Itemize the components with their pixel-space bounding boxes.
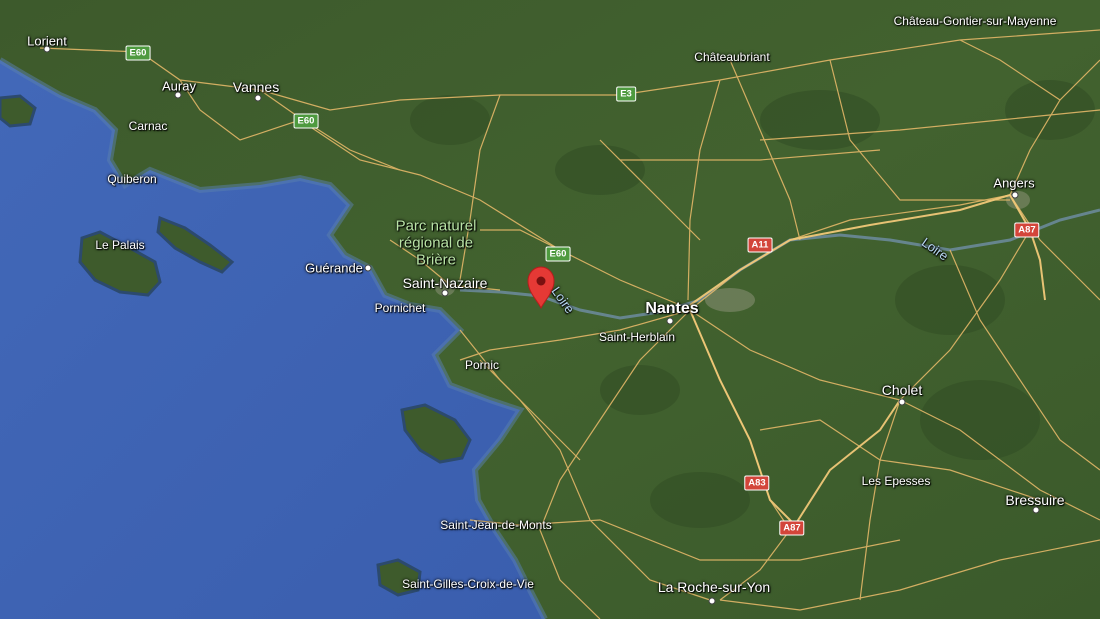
place-label-cholet[interactable]: Cholet: [882, 383, 922, 397]
park-label-briere[interactable]: Parc naturel régional de Brière: [381, 218, 491, 269]
place-dot: [364, 264, 372, 272]
place-label-quiberon[interactable]: Quiberon: [107, 173, 156, 185]
place-label-lorient[interactable]: Lorient: [27, 35, 67, 48]
road-shield-a11: A11: [747, 237, 773, 253]
place-label-les-epesses[interactable]: Les Epesses: [862, 475, 931, 487]
place-label-pornic[interactable]: Pornic: [465, 359, 499, 371]
road-shield-a87: A87: [1014, 222, 1040, 238]
place-label-saint-herblain[interactable]: Saint-Herblain: [599, 331, 675, 343]
road-shield-e60: E60: [545, 246, 571, 262]
place-label-pornichet[interactable]: Pornichet: [375, 302, 426, 314]
road-shield-e3: E3: [616, 86, 636, 102]
place-dot: [666, 317, 674, 325]
place-label-carnac[interactable]: Carnac: [129, 120, 168, 132]
place-label-chateaubriant[interactable]: Châteaubriant: [694, 51, 769, 63]
place-label-chateau-gontier[interactable]: Château-Gontier-sur-Mayenne: [894, 15, 1057, 27]
road-shield-e60: E60: [125, 45, 151, 61]
place-dot: [708, 597, 716, 605]
place-dot: [1011, 191, 1019, 199]
place-label-saint-jean-de-monts[interactable]: Saint-Jean-de-Monts: [440, 519, 551, 531]
place-label-angers[interactable]: Angers: [993, 177, 1034, 190]
place-label-la-roche-sur-yon[interactable]: La Roche-sur-Yon: [658, 580, 770, 594]
place-label-saint-gilles[interactable]: Saint-Gilles-Croix-de-Vie: [402, 578, 534, 590]
place-dot: [254, 94, 262, 102]
road-shield-a83: A83: [744, 475, 770, 491]
place-label-nantes[interactable]: Nantes: [645, 301, 698, 317]
place-label-bressuire[interactable]: Bressuire: [1005, 493, 1064, 507]
place-label-le-palais[interactable]: Le Palais: [95, 239, 144, 251]
place-dot: [898, 398, 906, 406]
place-label-guerande[interactable]: Guérande: [305, 262, 363, 275]
road-shield-a87: A87: [779, 520, 805, 536]
place-label-auray[interactable]: Auray: [162, 80, 196, 93]
place-label-vannes[interactable]: Vannes: [233, 80, 279, 94]
road-shield-e60: E60: [293, 113, 319, 129]
place-label-saint-nazaire[interactable]: Saint-Nazaire: [403, 276, 488, 290]
